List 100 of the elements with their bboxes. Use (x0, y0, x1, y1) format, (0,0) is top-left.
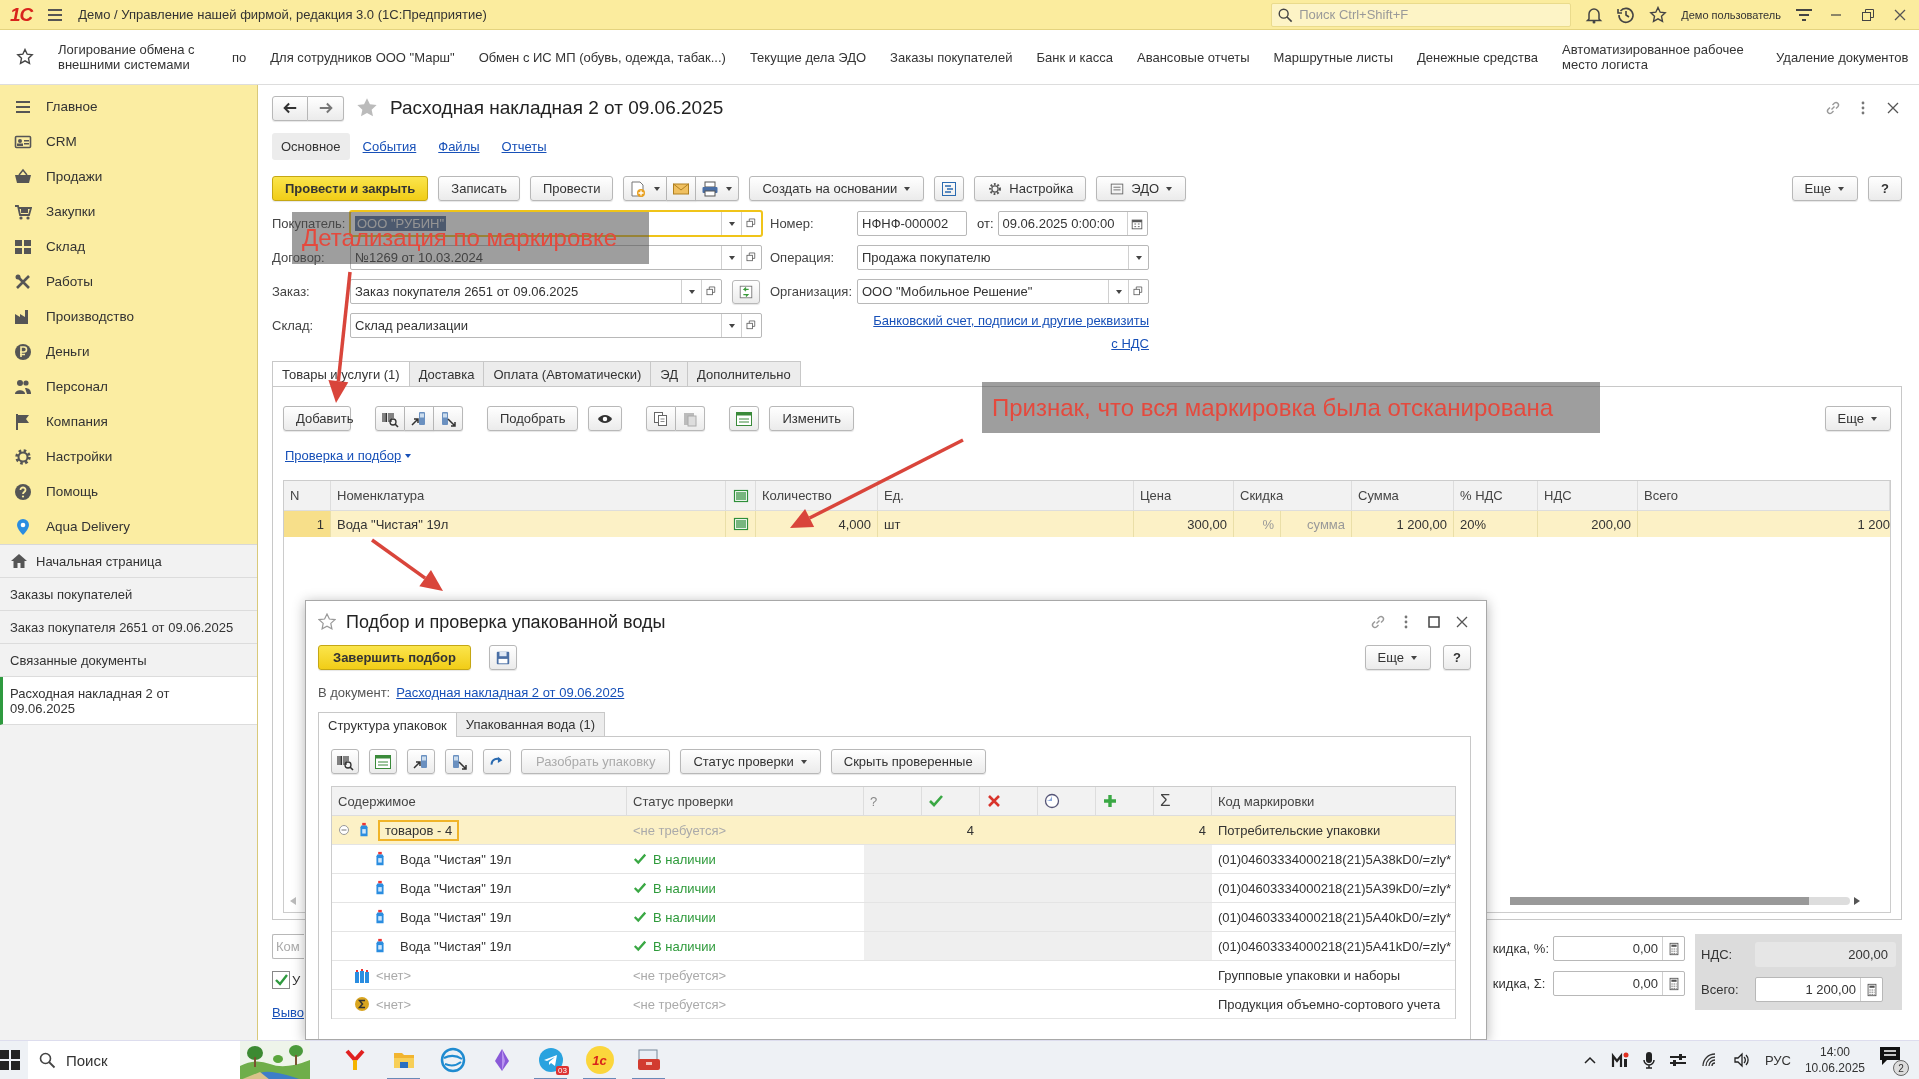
favorite-link[interactable]: Для сотрудников ООО "Марш" (270, 49, 455, 65)
more-button[interactable]: Еще (1824, 406, 1891, 431)
input-field[interactable]: Заказ покупателя 2651 от 09.06.2025 (350, 279, 722, 304)
link-icon[interactable] (1369, 613, 1387, 631)
bell-icon[interactable] (1585, 5, 1604, 24)
pick-button[interactable]: Подобрать (487, 406, 579, 431)
back-button[interactable] (272, 95, 308, 121)
speaker-icon[interactable] (1732, 1052, 1751, 1068)
link[interactable]: Выво (272, 1005, 304, 1020)
windows-icon[interactable] (0, 1050, 20, 1070)
input-field[interactable]: НФНФ-000002 (857, 211, 967, 236)
finish-selection-button[interactable]: Завершить подбор (318, 645, 471, 670)
create-based-on-button[interactable]: Создать на основании (749, 176, 925, 201)
barcode-search-button[interactable] (375, 406, 405, 431)
favorite-link[interactable]: Обмен с ИС МП (обувь, одежда, табак...) (478, 49, 726, 65)
input-field[interactable]: ООО "Мобильное Решение" (857, 279, 1149, 304)
history-item[interactable]: Заказ покупателя 2651 от 09.06.2025 (0, 611, 257, 644)
tab[interactable]: Товары и услуги (1) (272, 361, 410, 386)
user-name[interactable]: Демо пользователь (1681, 8, 1781, 21)
clock[interactable]: 14:00 10.06.2025 (1804, 1044, 1865, 1076)
load-from-scanner-button[interactable] (407, 749, 435, 774)
search-input[interactable]: Поиск Ctrl+Shift+F (1297, 6, 1566, 23)
sidebar-item[interactable]: CRM (46, 134, 77, 149)
email-button[interactable] (667, 176, 697, 201)
more-button[interactable]: Еще (1364, 645, 1432, 670)
table-row[interactable]: 1 Вода "Чистая" 19л 4,000 шт 300,00 % сумма 1 200,00 20% 200,00 1 200 (284, 511, 1890, 537)
star-icon[interactable] (16, 48, 34, 66)
more-button[interactable]: Еще (1791, 176, 1859, 201)
structure-button[interactable] (934, 176, 965, 201)
sidebar-item[interactable]: Главное (46, 99, 98, 114)
input-field[interactable]: 0,00 (1553, 936, 1685, 961)
post-and-close-button[interactable]: Провести и закрыть (272, 176, 429, 201)
tab[interactable]: Оплата (Автоматически) (483, 361, 652, 386)
sidebar-item[interactable]: Продажи (46, 169, 103, 184)
favorite-link[interactable]: Удаление документов (1776, 49, 1909, 65)
tab[interactable]: ЭД (650, 361, 689, 386)
table-row[interactable]: Вода "Чистая" 19л В наличии (01)04603334000218(21)5A41kD0/=zly* (332, 932, 1455, 961)
tab[interactable]: Структура упаковок (318, 712, 457, 737)
link-icon[interactable] (1824, 99, 1842, 117)
star-icon[interactable] (318, 613, 336, 631)
table-row[interactable]: Вода "Чистая" 19л В наличии (01)04603334000218(21)5A38kD0/=zly* (332, 845, 1455, 874)
favorite-link[interactable]: Автоматизированное рабочее место логиста (1562, 42, 1753, 72)
sliders-icon[interactable] (1668, 1052, 1687, 1068)
sidebar-item[interactable]: Деньги (46, 344, 90, 359)
post-button[interactable]: Провести (529, 176, 614, 201)
settings-button[interactable]: Настройка (974, 176, 1087, 201)
sidebar-item[interactable]: Aqua Delivery (46, 519, 131, 534)
favorite-link[interactable]: Логирование обмена с внешними системами (58, 42, 208, 72)
favorite-link[interactable]: по (232, 49, 247, 65)
globe-icon[interactable] (439, 1047, 466, 1073)
load-from-scanner-button[interactable] (405, 406, 434, 431)
vat-link[interactable]: с НДС (1111, 336, 1149, 351)
fill-button[interactable] (732, 279, 760, 304)
history-label[interactable]: Начальная страница (36, 553, 162, 569)
taskbar-app-icon[interactable]: 1с (585, 1046, 614, 1074)
check-and-pick-link[interactable]: Проверка и подбор (285, 448, 402, 463)
upload-to-scanner-button[interactable] (434, 406, 463, 431)
view-button[interactable] (588, 406, 623, 431)
microphone-icon[interactable] (1642, 1051, 1655, 1069)
tab[interactable]: Упакованная вода (1) (455, 712, 606, 736)
sidebar-item[interactable]: Персонал (46, 379, 108, 394)
language-indicator[interactable]: РУС (1764, 1052, 1791, 1068)
table-button[interactable] (729, 406, 760, 431)
input-field[interactable]: Склад реализации (350, 313, 762, 338)
star-icon[interactable] (1649, 5, 1668, 24)
sidebar-item[interactable]: Настройки (46, 449, 113, 464)
tab[interactable]: Отчеты (492, 132, 556, 160)
history-item[interactable]: Расходная накладная 2 от 09.06.2025 (0, 677, 257, 725)
favorite-link[interactable]: Денежные средства (1417, 49, 1539, 65)
maximize-icon[interactable] (1425, 613, 1443, 631)
print-button[interactable] (696, 176, 740, 201)
checkbox[interactable] (272, 971, 290, 989)
help-button[interactable]: ? (1868, 176, 1902, 201)
table-row[interactable]: Вода "Чистая" 19л В наличии (01)04603334000218(21)5A39kD0/=zly* (332, 874, 1455, 903)
sidebar-item[interactable]: Работы (46, 274, 93, 289)
barcode-search-button[interactable] (331, 749, 359, 774)
sidebar-item[interactable]: Закупки (46, 204, 96, 219)
forward-button[interactable] (308, 95, 344, 121)
table-button[interactable] (369, 749, 397, 774)
input-field[interactable]: 0,00 (1553, 971, 1685, 996)
collapse-toggle-icon[interactable] (338, 824, 350, 836)
save-button[interactable]: Записать (438, 176, 520, 201)
requisites-link[interactable]: Банковский счет, подписи и другие реквизиты (873, 313, 1149, 328)
tab[interactable]: Доставка (408, 361, 485, 386)
help-button[interactable]: ? (1443, 645, 1471, 670)
redo-button[interactable] (483, 749, 511, 774)
sidebar-item[interactable]: Склад (46, 239, 86, 254)
hide-checked-button[interactable]: Скрыть проверенные (830, 749, 986, 774)
tab[interactable]: Основное (272, 132, 350, 160)
edo-button[interactable]: ЭДО (1096, 176, 1187, 201)
favorite-link[interactable]: Авансовые отчеты (1137, 49, 1250, 65)
input-field[interactable]: Продажа покупателю (857, 245, 1149, 270)
search-field[interactable]: Поиск Ctrl+Shift+F (1271, 2, 1572, 27)
table-row[interactable]: <нет> <не требуется> Групповые упаковки и наборы (332, 961, 1455, 990)
tab[interactable]: Файлы (429, 132, 489, 160)
save-button[interactable] (488, 645, 517, 670)
tab[interactable]: Дополнительно (687, 361, 801, 386)
history-icon[interactable] (1617, 5, 1636, 24)
toolbox-icon[interactable] (635, 1047, 662, 1073)
change-button[interactable]: Изменить (769, 406, 855, 431)
